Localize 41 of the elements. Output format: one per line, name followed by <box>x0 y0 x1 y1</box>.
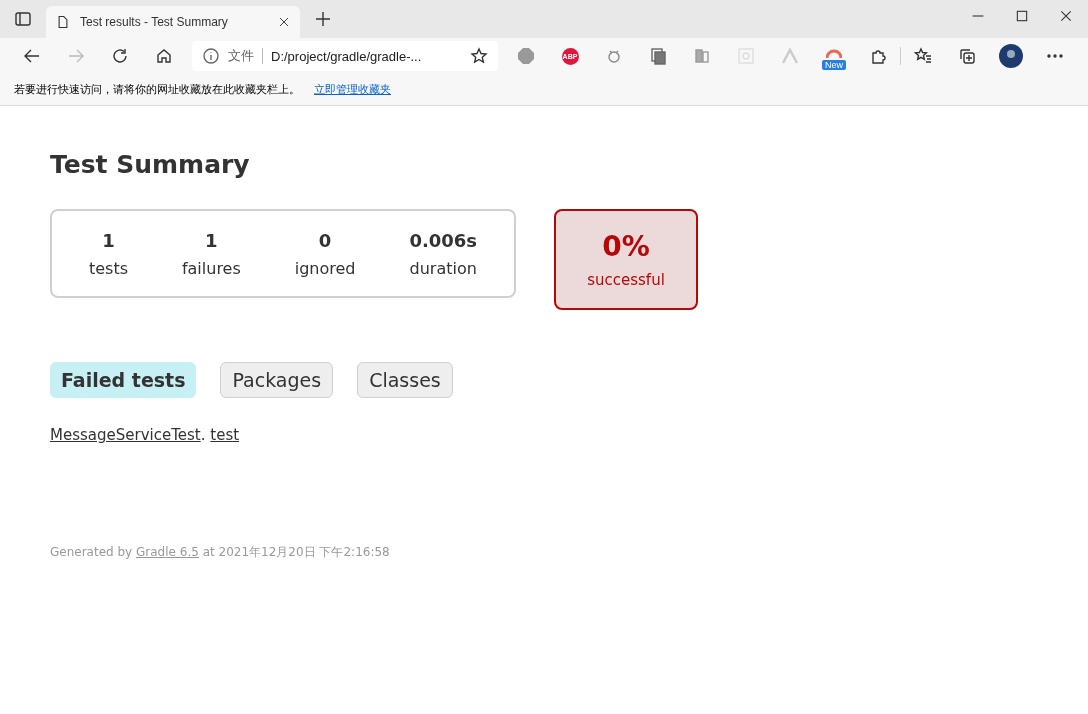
address-text: D:/project/gradle/gradle-... <box>271 48 423 64</box>
close-icon[interactable] <box>278 16 290 28</box>
success-rate-value: 0% <box>602 230 650 263</box>
browser-tab[interactable]: Test results - Test Summary <box>46 6 300 38</box>
favorites-hint: 若要进行快速访问，请将你的网址收藏放在此收藏夹栏上。 <box>14 82 300 97</box>
tab-actions-icon[interactable] <box>14 10 32 28</box>
home-icon[interactable] <box>155 47 173 65</box>
copy-icon[interactable] <box>649 47 667 65</box>
counter-label: duration <box>409 258 477 278</box>
tab-title: Test results - Test Summary <box>80 15 229 29</box>
counter-value: 1 <box>102 229 115 251</box>
refresh-icon[interactable] <box>111 47 129 65</box>
counter-value: 0 <box>318 229 332 251</box>
puzzle-icon[interactable] <box>869 47 887 65</box>
back-arrow-icon[interactable] <box>23 47 41 65</box>
address-prefix: 文件 <box>228 47 254 65</box>
counter-value: 1 <box>205 229 218 251</box>
test-class-link[interactable]: MessageServiceTest <box>50 426 201 444</box>
counter-label: tests <box>88 258 128 278</box>
report-tab[interactable]: Packages <box>220 362 334 398</box>
avatar-icon[interactable] <box>999 44 1023 68</box>
address-bar[interactable]: 文件 D:/project/gradle/gradle-... <box>192 41 498 71</box>
favorites-icon[interactable] <box>914 47 932 65</box>
octagon-icon[interactable] <box>518 48 534 64</box>
report-tab[interactable]: Failed tests <box>50 362 197 398</box>
counter-label: ignored <box>294 258 356 278</box>
new-badge: New <box>822 60 846 70</box>
star-add-icon[interactable] <box>470 47 488 65</box>
collections-icon[interactable] <box>958 47 976 65</box>
test-method-link[interactable]: test <box>210 426 240 444</box>
success-rate-label: successful <box>587 271 665 289</box>
report-tab[interactable]: Classes <box>357 362 453 398</box>
plus-icon[interactable] <box>314 10 332 28</box>
counter-label: failures <box>181 258 241 278</box>
document-icon <box>56 14 70 30</box>
separator-text: . <box>200 426 206 444</box>
counter-value: 0.006s <box>409 229 478 251</box>
page-title: Test Summary <box>50 150 251 179</box>
manage-favorites-link[interactable]: 立即管理收藏夹 <box>314 82 391 97</box>
info-icon <box>202 47 220 65</box>
footer-text: Generated by Gradle 6.5 at 2021年12月20日 下午2:16:58 <box>50 545 390 559</box>
